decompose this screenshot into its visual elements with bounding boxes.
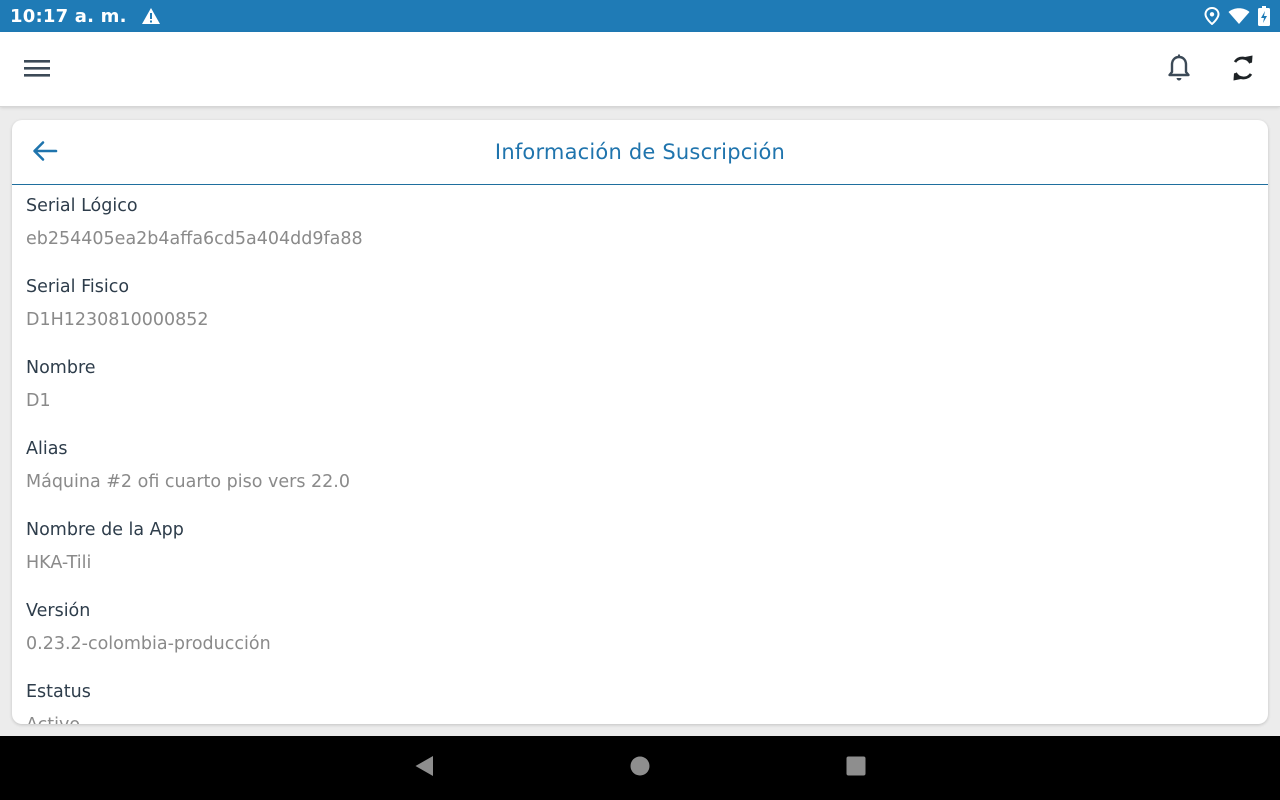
nav-recents-icon	[846, 756, 866, 781]
field-value: D1	[26, 391, 51, 411]
field-estatus: Estatus Activo	[26, 679, 1254, 724]
field-value: HKA-Tili	[26, 553, 92, 573]
field-nombre-app: Nombre de la App HKA-Tili	[26, 517, 1254, 598]
nav-back-button[interactable]	[404, 752, 444, 784]
menu-icon	[24, 58, 50, 83]
sync-icon	[1230, 54, 1256, 87]
field-label: Alias	[26, 439, 68, 459]
battery-charging-icon	[1258, 6, 1270, 26]
warning-icon	[141, 7, 161, 25]
status-bar: 10:17 a. m.	[0, 0, 1280, 32]
nav-back-icon	[414, 755, 434, 782]
nav-home-icon	[630, 756, 650, 781]
subscription-fields: Serial Lógico eb254405ea2b4affa6cd5a404d…	[12, 185, 1268, 724]
sync-button[interactable]	[1223, 50, 1263, 90]
card-header: Información de Suscripción	[12, 120, 1268, 185]
field-label: Serial Lógico	[26, 196, 138, 216]
location-icon	[1204, 7, 1220, 25]
field-value: Activo	[26, 710, 1254, 724]
back-button[interactable]	[30, 138, 60, 168]
field-label: Versión	[26, 601, 91, 621]
field-value: eb254405ea2b4affa6cd5a404dd9fa88	[26, 229, 363, 249]
field-value: Máquina #2 ofi cuarto piso vers 22.0	[26, 472, 350, 492]
nav-recents-button[interactable]	[836, 752, 876, 784]
notifications-button[interactable]	[1159, 50, 1199, 90]
status-time: 10:17 a. m.	[10, 5, 127, 27]
field-serial-logico: Serial Lógico eb254405ea2b4affa6cd5a404d…	[26, 193, 1254, 274]
field-label: Nombre de la App	[26, 520, 184, 540]
field-serial-fisico: Serial Fisico D1H1230810000852	[26, 274, 1254, 355]
bell-icon	[1167, 54, 1191, 87]
menu-button[interactable]	[17, 50, 57, 90]
subscription-card: Información de Suscripción Serial Lógico…	[12, 120, 1268, 724]
field-alias: Alias Máquina #2 ofi cuarto piso vers 22…	[26, 436, 1254, 517]
field-value: D1H1230810000852	[26, 310, 209, 330]
page-title: Información de Suscripción	[494, 140, 786, 164]
arrow-left-icon	[32, 140, 58, 167]
field-version: Versión 0.23.2-colombia-producción	[26, 598, 1254, 679]
field-label: Estatus	[26, 682, 91, 702]
navigation-bar	[0, 736, 1280, 800]
field-value: 0.23.2-colombia-producción	[26, 634, 271, 654]
nav-home-button[interactable]	[620, 752, 660, 784]
wifi-icon	[1228, 7, 1250, 25]
field-label: Serial Fisico	[26, 277, 130, 297]
status-icons	[1204, 6, 1270, 26]
app-toolbar	[0, 32, 1280, 107]
field-nombre: Nombre D1	[26, 355, 1254, 436]
field-label: Nombre	[26, 358, 96, 378]
